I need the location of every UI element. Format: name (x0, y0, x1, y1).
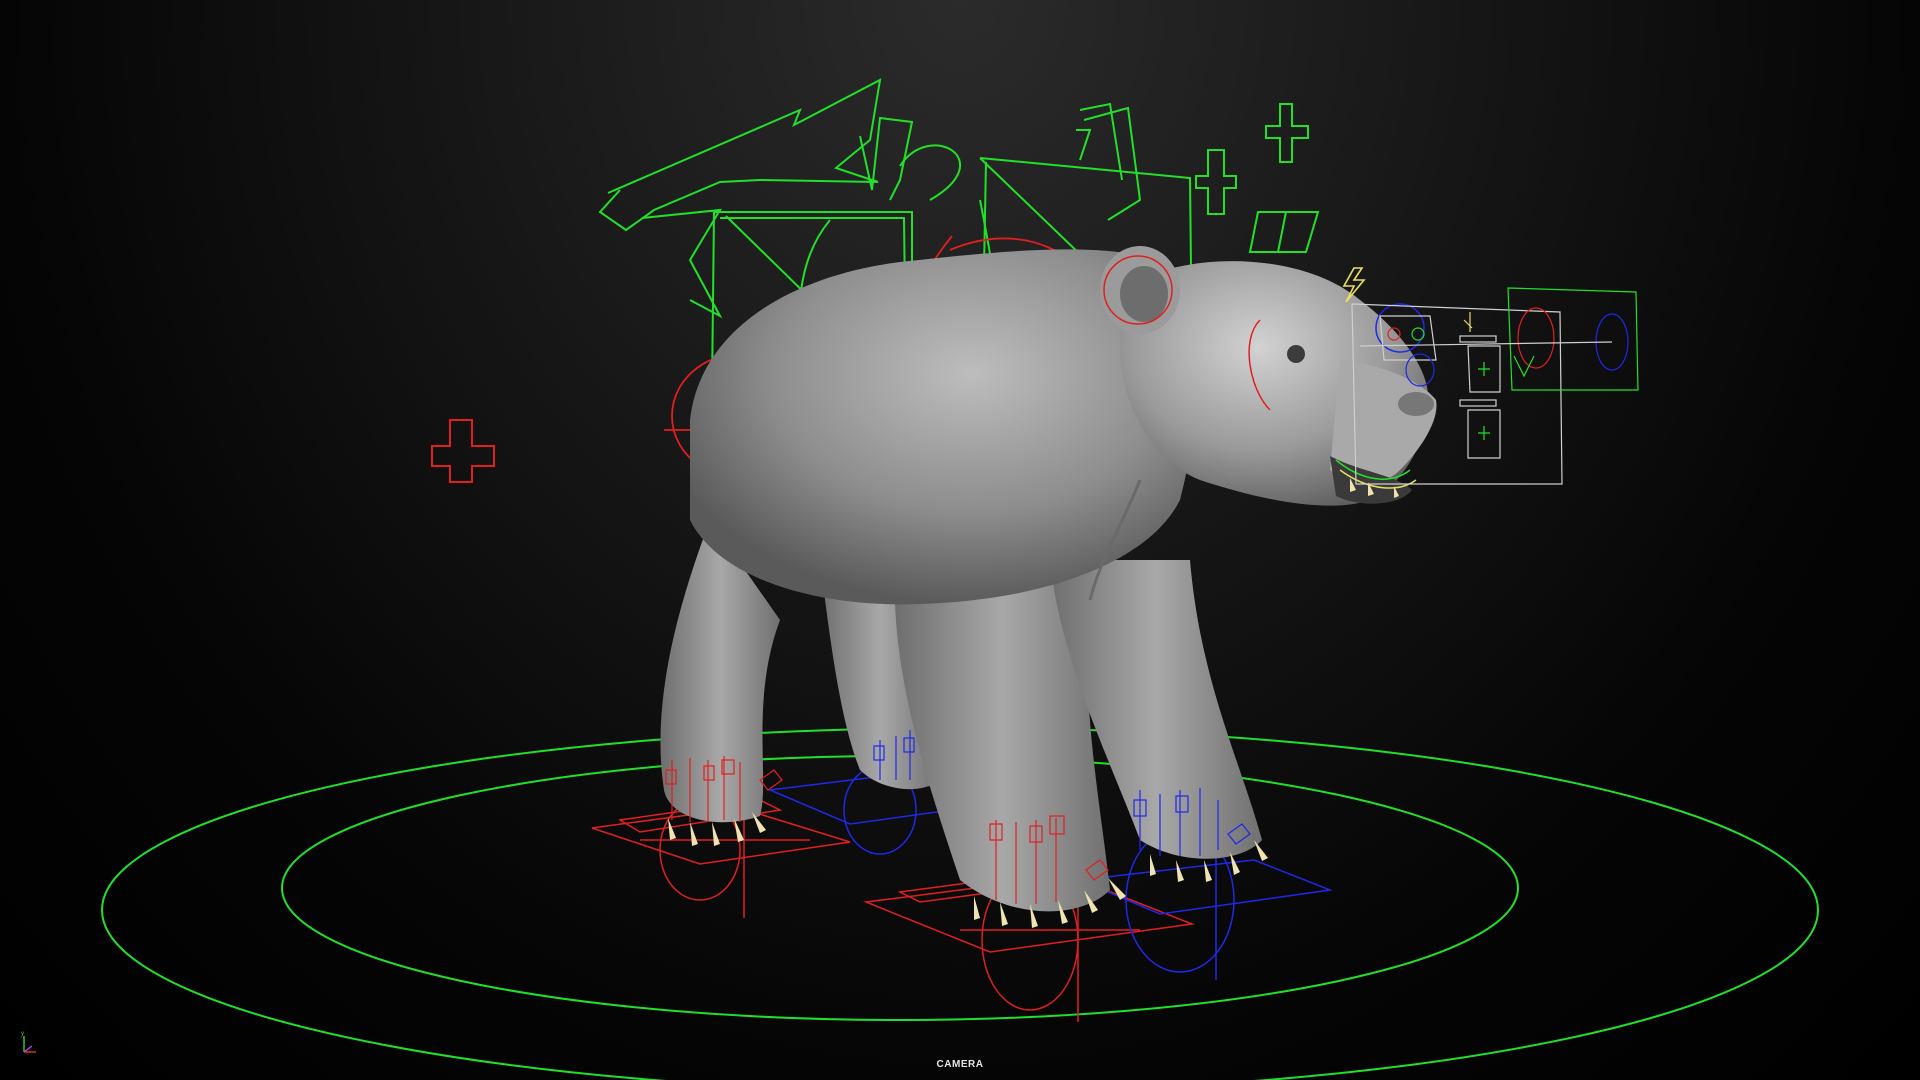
scene-canvas[interactable] (0, 0, 1920, 1080)
svg-text:y: y (21, 1031, 24, 1037)
3d-viewport[interactable]: y CAMERA (0, 0, 1920, 1080)
axis-gizmo-icon: y (21, 1031, 36, 1053)
camera-label: CAMERA (936, 1059, 984, 1070)
bear-mesh[interactable] (660, 246, 1437, 912)
world-control-inner[interactable] (281, 755, 1519, 1021)
root-pivot-control[interactable] (431, 419, 495, 483)
